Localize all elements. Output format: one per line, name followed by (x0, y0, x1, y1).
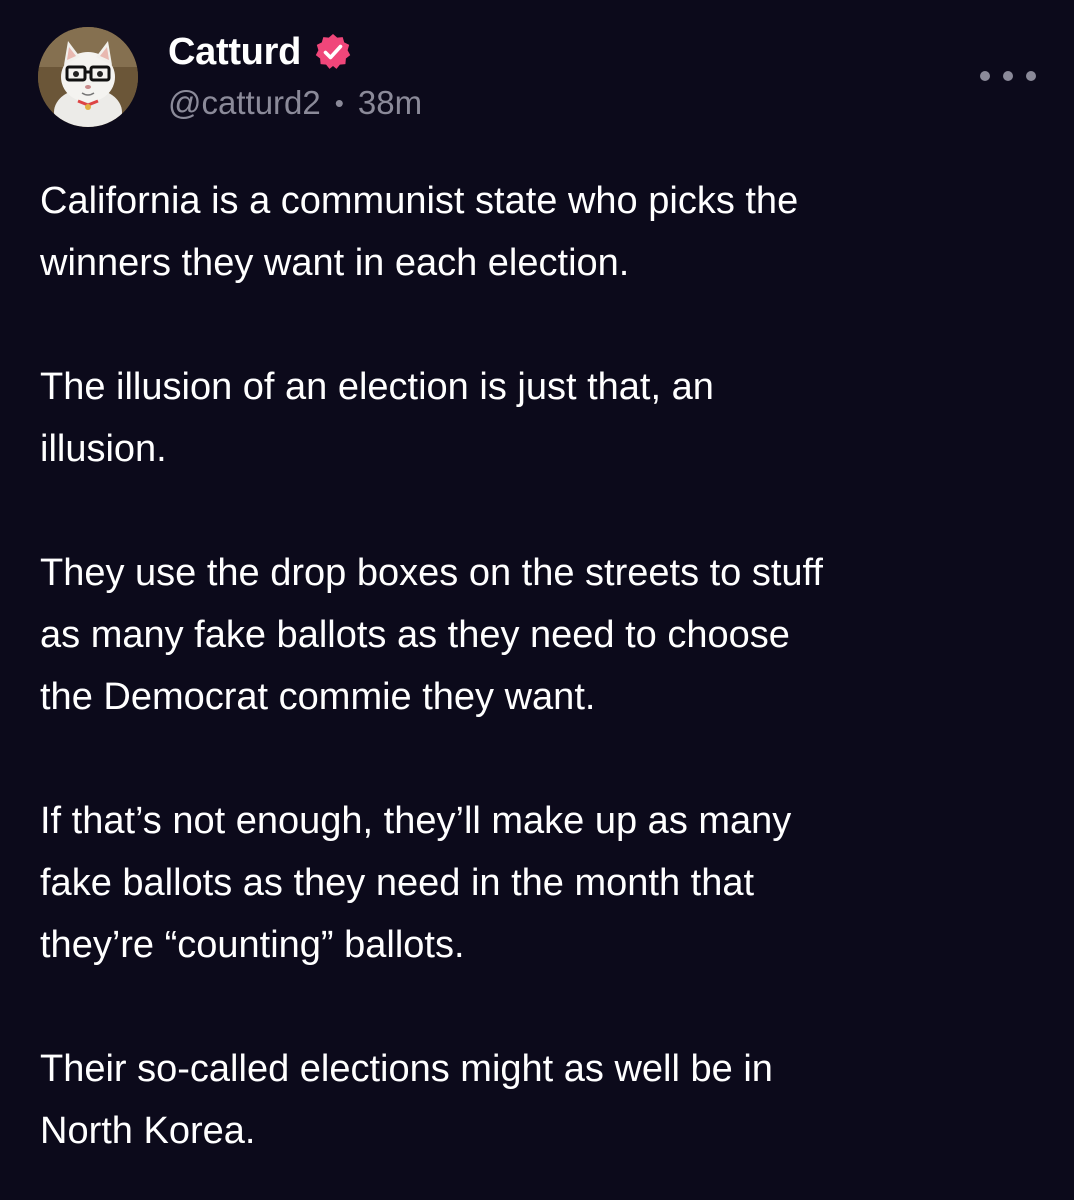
more-dot (1026, 71, 1036, 81)
cat-avatar-icon (38, 27, 138, 127)
author-meta-row: @catturd2 • 38m (168, 80, 422, 126)
author-name-row: Catturd (168, 26, 353, 78)
post-body: California is a communist state who pick… (40, 170, 1040, 1162)
meta-separator: • (334, 87, 344, 118)
verified-badge-icon (315, 34, 351, 69)
post-paragraph: California is a communist state who pick… (40, 180, 799, 284)
author-handle[interactable]: @catturd2 (168, 84, 321, 122)
author-display-name[interactable]: Catturd (168, 31, 301, 74)
more-horizontal-icon (980, 71, 990, 81)
post-paragraph: If that’s not enough, they’ll make up as… (40, 800, 792, 966)
more-dot (1003, 71, 1013, 81)
avatar[interactable] (38, 27, 138, 127)
post-paragraph: The illusion of an election is just that… (40, 366, 714, 470)
post-paragraph: Their so-called elections might as well … (40, 1048, 773, 1152)
post-card: Catturd @catturd2 • 38m California is a … (0, 0, 1074, 1200)
post-paragraph: They use the drop boxes on the streets t… (40, 552, 823, 718)
post-timestamp[interactable]: 38m (358, 84, 422, 122)
more-options-button[interactable] (980, 58, 1036, 94)
